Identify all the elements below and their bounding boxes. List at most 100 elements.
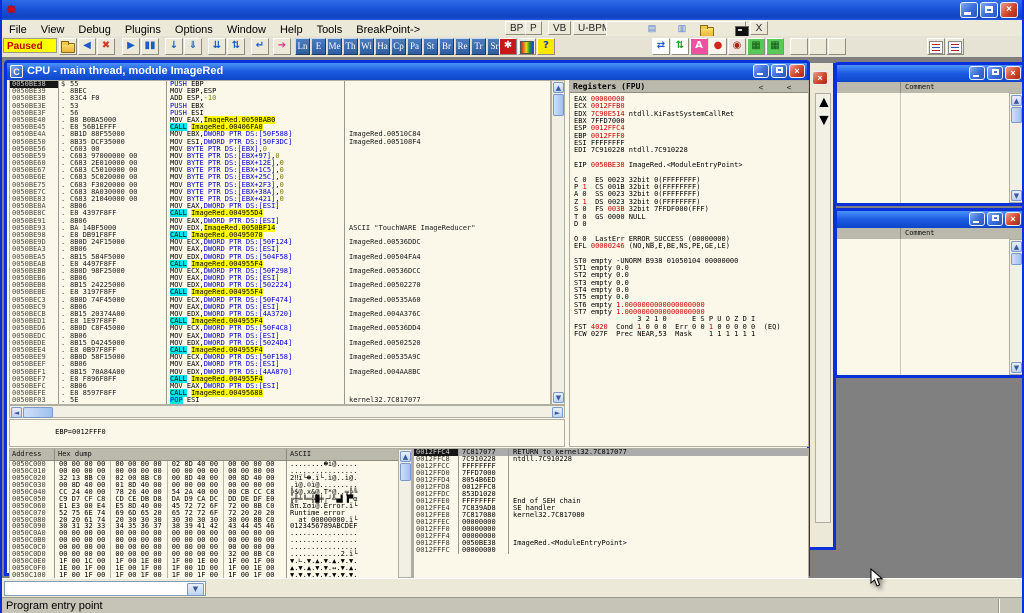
pane-button-th[interactable]: Th [343, 38, 358, 55]
disasm-row[interactable]: 0050BEC3.8B0D 74F45000MOV ECX,DWORD PTR … [10, 297, 550, 304]
scrollbar[interactable]: ▲ ▼ [815, 93, 831, 523]
disasm-row[interactable]: 0050BEFE.E8 8597F8FFCALL ImageRed.004956… [10, 390, 550, 397]
close-button[interactable]: × [812, 71, 828, 85]
hex-dump-pane[interactable]: Address Hex dump ASCII 0050C00000 00 00 … [9, 448, 413, 579]
chevron-down-icon[interactable]: ▼ [187, 583, 204, 596]
close-bar-button[interactable]: X [750, 21, 768, 35]
scroll-up-icon[interactable]: ▲ [1011, 95, 1022, 106]
info-pane[interactable]: EBP=0012FFF0 [9, 419, 565, 447]
scroll-left-icon[interactable]: ◄ [11, 407, 22, 418]
pane-button-e[interactable]: E [311, 38, 326, 55]
register-line[interactable]: EFL 00000246 (NO,NB,E,BE,NS,PE,GE,LE) [574, 243, 808, 250]
execute-till-return-button[interactable]: ↵ [251, 38, 269, 55]
maximize-button[interactable] [987, 212, 1003, 226]
disassembly-pane[interactable]: 0050BE38$55PUSH EBP0050BE39.8BECMOV EBP,… [9, 80, 551, 405]
pane-button-br[interactable]: Br [439, 38, 454, 55]
disasm-row[interactable]: 0050BE9D.8B0D 24F15000MOV ECX,DWORD PTR … [10, 239, 550, 246]
minimize-button[interactable] [969, 212, 985, 226]
maximize-button[interactable] [980, 2, 998, 18]
patch-grid-button[interactable]: ▦ [766, 38, 784, 55]
scroll-down-icon[interactable]: ▼ [553, 392, 564, 403]
disasm-row[interactable]: 0050BE8C.E8 4397F8FFCALL ImageRed.004955… [10, 210, 550, 217]
empty-button[interactable] [809, 38, 827, 55]
pane-button-st[interactable]: St [423, 38, 438, 55]
scroll-up-icon[interactable]: ▲ [400, 451, 411, 462]
scroll-down-icon[interactable]: ▼ [1011, 362, 1022, 373]
registers-next-page-button[interactable]: < [778, 82, 800, 93]
stack-pane[interactable]: 0012FFC47C817077RETURN to kernel32.7C817… [413, 448, 809, 579]
disasm-row[interactable]: 0050BEB0.8B0D 98F25000MOV ECX,DWORD PTR … [10, 268, 550, 275]
pane-button-ha[interactable]: Ha [375, 38, 390, 55]
disasm-row[interactable]: 0050BE38$55PUSH EBP [10, 81, 550, 88]
minimize-button[interactable] [960, 2, 978, 18]
close-button[interactable]: × [1005, 212, 1021, 226]
register-line[interactable]: FCW 027F Prec NEAR,53 Mask 1 1 1 1 1 1 [574, 331, 808, 338]
scroll-up-icon[interactable]: ▲ [1011, 241, 1022, 252]
menu-button-p[interactable]: P [525, 21, 542, 35]
dump-vscrollbar[interactable]: ▲ [398, 449, 412, 578]
register-line[interactable]: D 0 [574, 221, 808, 228]
command-combobox[interactable]: ▼ [4, 581, 206, 596]
window-titlebar[interactable]: × [837, 65, 1023, 82]
minimize-button[interactable] [969, 66, 985, 80]
close-button[interactable]: × [789, 64, 805, 78]
maximize-button[interactable] [987, 66, 1003, 80]
comment-vscrollbar[interactable]: ▲ ▼ [1009, 239, 1023, 375]
main-titlebar[interactable]: ✸ × [2, 0, 1022, 20]
help-button[interactable]: ? [537, 38, 555, 55]
scroll-right-icon[interactable]: ► [552, 407, 563, 418]
pause-button[interactable]: ▮▮ [141, 38, 159, 55]
breakpoint-dot-button[interactable]: ● [709, 38, 727, 55]
memory-map-button[interactable]: ▦ [747, 38, 765, 55]
close-button[interactable]: × [1000, 2, 1018, 18]
log-list-button[interactable] [946, 38, 964, 55]
empty-button[interactable] [790, 38, 808, 55]
disasm-row[interactable]: 0050BEF7.E8 F896F8FFCALL ImageRed.004955… [10, 376, 550, 383]
log-list-button[interactable] [927, 38, 945, 55]
close-program-button[interactable]: ✖ [97, 38, 115, 55]
pane-button-re[interactable]: Re [455, 38, 470, 55]
pane-button-pa[interactable]: Pa [407, 38, 422, 55]
disasm-row[interactable]: 0050BE3E.53PUSH EBX [10, 103, 550, 110]
animate-into-button[interactable]: ⇊ [208, 38, 226, 55]
step-into-button[interactable]: ↓ [165, 38, 183, 55]
disasm-row[interactable]: 0050BE3B.83C4 F0ADD ESP,-10 [10, 95, 550, 102]
pane-button-tr[interactable]: Tr [471, 38, 486, 55]
pane-button-wi[interactable]: Wi [359, 38, 374, 55]
register-line[interactable]: T 0 GS 0000 NULL [574, 214, 808, 221]
appearance-colors-button[interactable] [518, 38, 536, 55]
registers-prev-page-button[interactable]: < [750, 82, 772, 93]
disasm-row[interactable]: 0050BED6.8B0D C8F45000MOV ECX,DWORD PTR … [10, 325, 550, 332]
disasm-row[interactable]: 0050BEE9.8B0D 58F15000MOV ECX,DWORD PTR … [10, 354, 550, 361]
registers-pane[interactable]: Registers (FPU) < < EAX 00000000ECX 0012… [569, 80, 809, 447]
comment-list[interactable] [837, 93, 1009, 203]
register-line[interactable]: EDI 7C910228 ntdll.7C910228 [574, 147, 808, 154]
maximize-button[interactable] [771, 64, 787, 78]
go-to-address-button[interactable]: ➔ [273, 38, 291, 55]
pane-button-ln[interactable]: Ln [295, 38, 310, 55]
debug-options-gear-button[interactable]: ✱ [499, 38, 517, 55]
disassembly-vscrollbar[interactable]: ▲ ▼ [551, 80, 565, 405]
menu-button-vb[interactable]: VB [548, 21, 571, 35]
animate-over-button[interactable]: ⇅ [227, 38, 245, 55]
open-file-button[interactable] [59, 38, 77, 55]
restart-button[interactable]: ◀ [78, 38, 96, 55]
pane-button-me[interactable]: Me [327, 38, 342, 55]
pane-button-cp[interactable]: Cp [391, 38, 406, 55]
cpu-window-titlebar[interactable]: C CPU - main thread, module ImageRed × [7, 63, 807, 80]
run-button[interactable]: ▶ [122, 38, 140, 55]
scroll-down-icon[interactable]: ▼ [816, 112, 832, 129]
scroll-down-icon[interactable]: ▼ [1011, 190, 1022, 201]
disassembly-hscrollbar[interactable]: ◄ ► [9, 405, 565, 418]
step-over-button[interactable]: ⇓ [184, 38, 202, 55]
analyze-a-button[interactable]: A [690, 38, 708, 55]
close-button[interactable]: × [1005, 66, 1021, 80]
updown-arrows-button[interactable]: ⇅ [671, 38, 689, 55]
scroll-up-icon[interactable]: ▲ [816, 94, 832, 111]
swap-arrows-button[interactable]: ⇄ [652, 38, 670, 55]
minimize-button[interactable] [753, 64, 769, 78]
stack-row[interactable]: 0012FFFC00000000 [414, 547, 808, 554]
disasm-row[interactable]: 0050BE83.C683 21040000 00MOV BYTE PTR DS… [10, 196, 550, 203]
spiral-plugin-button[interactable]: ◉ [728, 38, 746, 55]
comment-list[interactable] [837, 239, 1009, 375]
